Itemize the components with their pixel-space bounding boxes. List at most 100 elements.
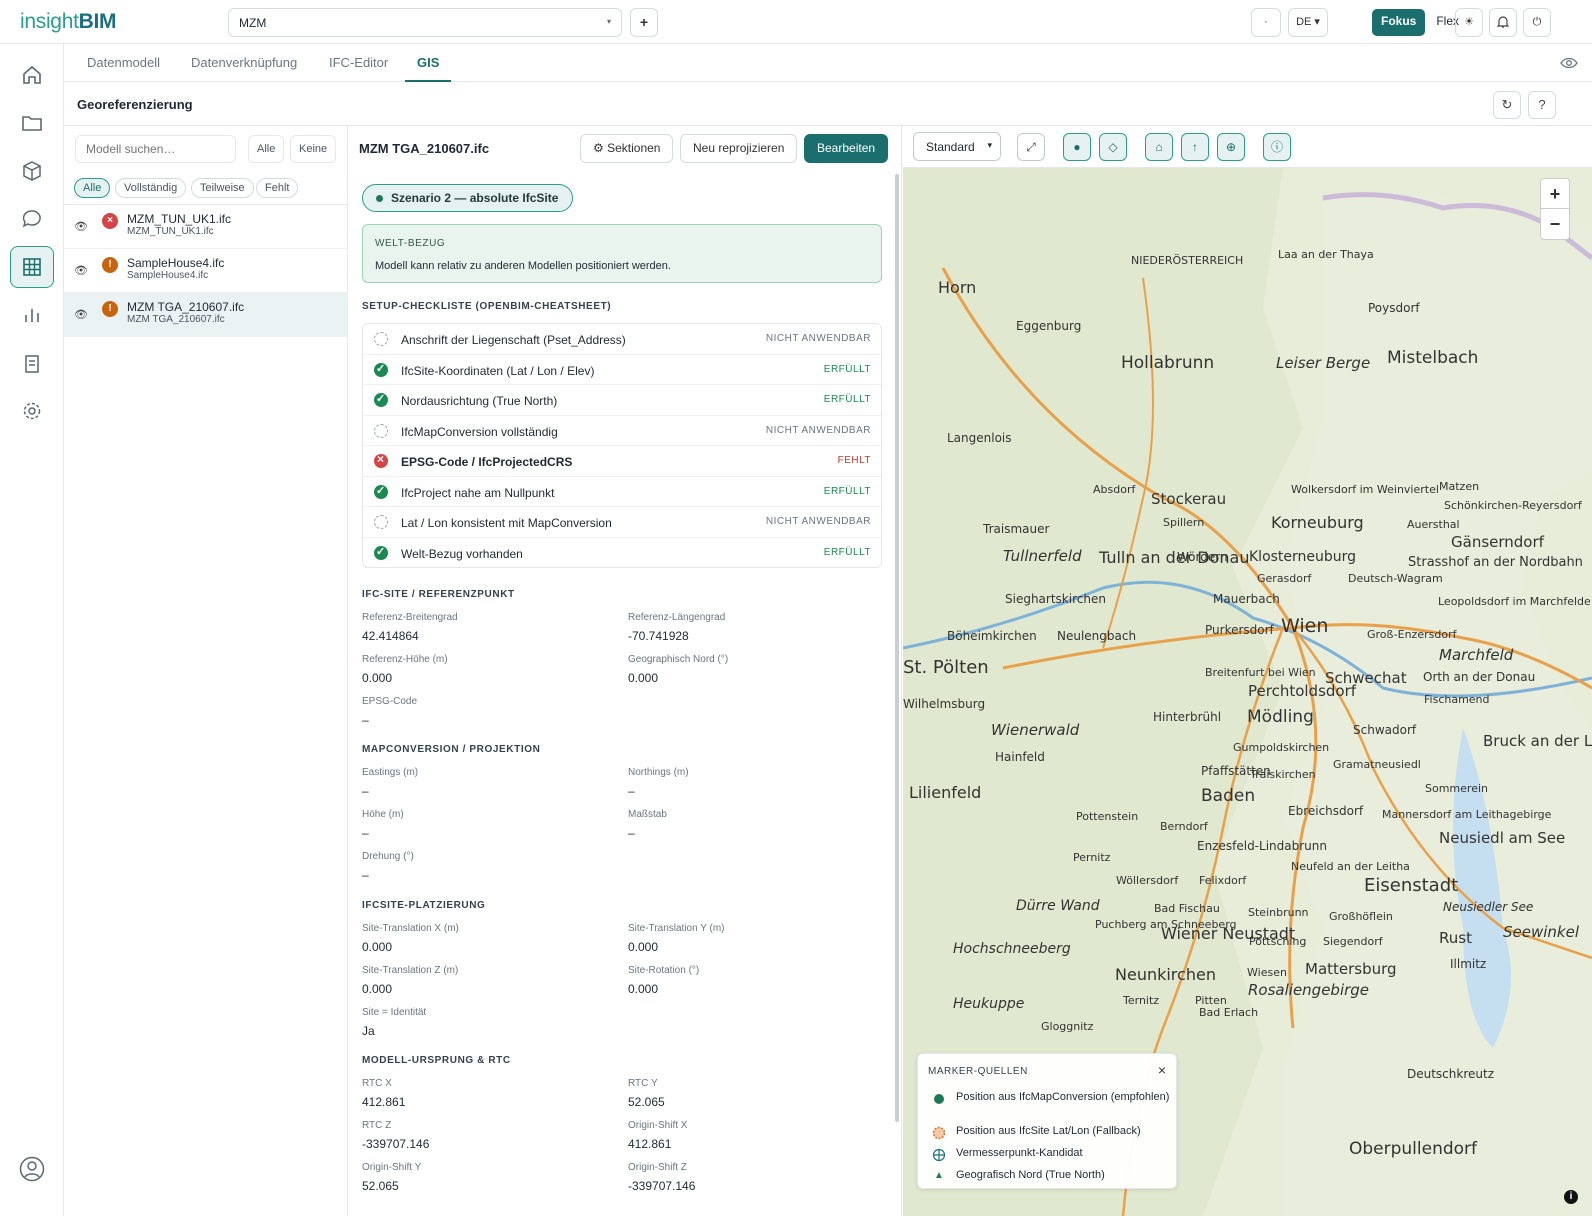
theme-toggle-button[interactable]: ☀ (1455, 8, 1483, 37)
map-toolbar: Standard ▾ ⤢ ● ◇ ⌂ ↑ ⊕ ⓘ (903, 126, 1592, 168)
app-logo[interactable]: insightBIM (20, 10, 116, 34)
field-label: Site-Translation X (m) (362, 923, 459, 934)
checklist-label: Welt-Bezug vorhanden (401, 546, 523, 561)
map-place-label: Pernitz (1073, 851, 1111, 864)
attribution-info-icon[interactable]: i (1564, 1190, 1578, 1204)
map-place-label: Berndorf (1160, 820, 1209, 833)
map-place-label: Neunkirchen (1115, 965, 1216, 984)
map-place-label: Poysdorf (1368, 301, 1420, 315)
check-icon (374, 362, 388, 377)
checklist-row: IfcSite-Koordinaten (Lat / Lon / Elev) ER… (363, 355, 881, 385)
map-view[interactable]: Horn Hollabrunn Mistelbach Leiser Berge Egge… (903, 168, 1592, 1216)
map-place-label: Wolkersdorf im Weinviertel (1291, 483, 1439, 496)
visibility-eye-icon[interactable]: 👁 (74, 308, 88, 321)
project-select-value: MZM (239, 16, 267, 30)
map-place-label: Enzesfeld-Lindabrunn (1197, 839, 1327, 853)
field-value: 42.414864 (362, 629, 419, 643)
map-place-label: Hollabrunn (1121, 353, 1214, 373)
status-dot-button[interactable]: · (1251, 8, 1281, 37)
map-place-label: Dürre Wand (1016, 898, 1100, 914)
map-place-label: Orth an der Donau (1423, 670, 1535, 684)
sidebar-item-tasks[interactable] (10, 342, 54, 384)
map-place-label: Neulengbach (1057, 629, 1136, 643)
map-place-label: Baden (1201, 786, 1255, 806)
visibility-eye-icon[interactable]: 👁 (74, 264, 88, 277)
sidebar-item-messages[interactable] (10, 198, 54, 240)
sidebar-item-gis[interactable] (10, 246, 54, 288)
field-label: RTC Y (628, 1078, 658, 1089)
top-bar: insightBIM MZM ▾ + · DE ▾ Fokus Flex ☀ ⏻ (0, 0, 1592, 44)
project-select[interactable]: MZM ▾ (228, 8, 622, 37)
model-search-input[interactable] (75, 135, 236, 163)
map-place-label: Illmitz (1450, 957, 1486, 971)
filter-complete[interactable]: Vollständig (115, 178, 187, 198)
warning-status-icon: ! (102, 301, 118, 317)
field-label: Origin-Shift X (628, 1120, 688, 1131)
zoom-out-button[interactable]: − (1541, 209, 1569, 239)
legend-close-icon[interactable]: × (1158, 1062, 1166, 1078)
zoom-in-button[interactable]: + (1541, 179, 1569, 209)
map-place-label: Gänserndorf (1451, 533, 1545, 551)
list-item[interactable]: 👁 ! SampleHouse4.ifc SampleHouse4.ifc (64, 249, 348, 293)
map-place-label: Pottenstein (1076, 810, 1138, 823)
notifications-button[interactable] (1489, 8, 1517, 37)
list-item[interactable]: 👁 × MZM_TUN_UK1.ifc MZM_TUN_UK1.ifc (64, 205, 348, 249)
select-none-button[interactable]: Keine (290, 135, 337, 163)
add-project-button[interactable]: + (630, 8, 658, 37)
map-place-label: Fischamend (1424, 693, 1490, 706)
tab-datenmodell[interactable]: Datenmodell (87, 55, 160, 70)
refresh-button[interactable]: ↻ (1493, 91, 1521, 119)
map-place-label: Laa an der Thaya (1278, 248, 1374, 261)
survey-point-toggle[interactable]: ⌂ (1145, 133, 1173, 161)
crosshair-toggle[interactable]: ⊕ (1217, 133, 1245, 161)
mode-focus-button[interactable]: Fokus (1372, 9, 1426, 36)
map-place-label: Traismauer (982, 522, 1049, 536)
sidebar-item-home[interactable] (10, 54, 54, 96)
filter-all[interactable]: Alle (74, 178, 111, 198)
file-subname: MZM TGA_210607.ifc (127, 314, 225, 325)
crosshair-icon (932, 1148, 946, 1162)
field-label: Origin-Shift Y (362, 1162, 422, 1173)
map-place-label: Wilhelmsburg (903, 697, 985, 711)
tab-ifc-editor[interactable]: IFC-Editor (329, 55, 388, 70)
true-north-toggle[interactable]: ↑ (1181, 133, 1209, 161)
visibility-eye-icon[interactable]: 👁 (74, 220, 88, 233)
help-button[interactable]: ? (1528, 91, 1556, 119)
edit-button[interactable]: Bearbeiten (804, 134, 889, 163)
user-profile-button[interactable] (10, 1148, 54, 1190)
sidebar-item-settings[interactable] (10, 390, 54, 432)
fallback-marker-icon (932, 1126, 946, 1140)
select-all-button[interactable]: Alle (248, 135, 285, 163)
logout-button[interactable]: ⏻ (1523, 8, 1551, 37)
sidebar-item-projects[interactable] (10, 102, 54, 144)
filter-missing[interactable]: Fehlt (256, 178, 299, 198)
tab-gis[interactable]: GIS (404, 55, 453, 82)
map-place-label: Absdorf (1093, 483, 1136, 496)
map-place-label: Schwadorf (1353, 723, 1417, 737)
model-list-panel: Alle Keine Alle Vollständig Teilweise Fe… (64, 126, 348, 1216)
sidebar-item-models[interactable] (10, 150, 54, 192)
sections-button[interactable]: ⚙ Sektionen (580, 134, 674, 163)
field-label: Site-Translation Y (m) (628, 923, 725, 934)
map-place-label: Schwechat (1325, 669, 1407, 687)
scrollbar[interactable] (895, 174, 899, 1122)
map-place-label: Mauerbach (1213, 592, 1280, 606)
map-place-label: Matzen (1439, 480, 1479, 493)
map-info-button[interactable]: ⓘ (1263, 133, 1291, 161)
fullscreen-button[interactable]: ⤢ (1017, 133, 1045, 161)
map-place-label: Bruck an der Leitha (1483, 732, 1592, 750)
sidebar-item-analytics[interactable] (10, 294, 54, 336)
marker-mapconversion-toggle[interactable]: ● (1063, 133, 1091, 161)
reproject-button[interactable]: Neu reprojizieren (680, 134, 798, 163)
language-select[interactable]: DE ▾ (1288, 8, 1328, 37)
map-place-label: Groß-Enzersdorf (1367, 628, 1458, 641)
map-place-label: Rosaliengebirge (1248, 981, 1369, 999)
list-item[interactable]: 👁 ! MZM TGA_210607.ifc MZM TGA_210607.if… (64, 293, 348, 337)
map-place-label: Gramatneusiedl (1333, 758, 1421, 771)
map-style-select[interactable]: Standard ▾ (913, 132, 1001, 161)
tab-datenverknuepfung[interactable]: Datenverknüpfung (191, 55, 297, 70)
eye-icon[interactable] (1560, 56, 1578, 70)
home-icon (23, 65, 41, 84)
marker-latlon-toggle[interactable]: ◇ (1099, 133, 1127, 161)
filter-partial[interactable]: Teilweise (191, 178, 254, 198)
